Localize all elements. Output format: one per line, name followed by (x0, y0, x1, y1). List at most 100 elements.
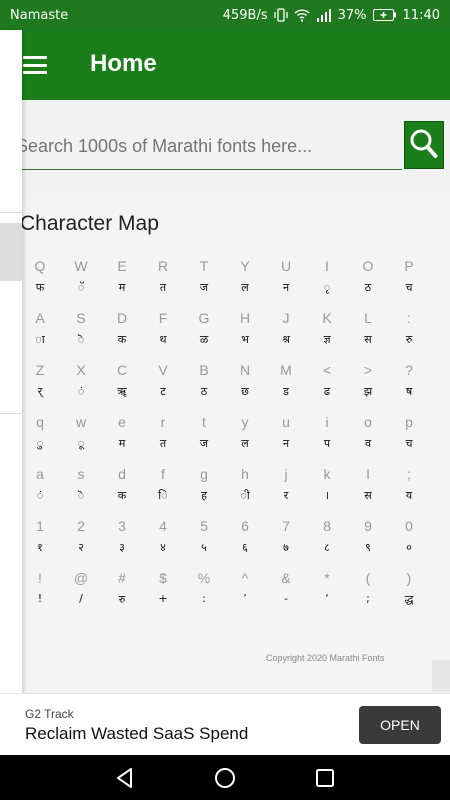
charmap-cell: fि (143, 466, 183, 503)
charmap-key: ( (365, 570, 371, 586)
character-map-grid: Q फ Wॅ E म R त T ज Y ल U न Iृ O ठ P च Aा Sॆ D क F थ G ळ H भ J श्र K ज्ञ… (22, 258, 432, 622)
charmap-glyph: - (284, 592, 288, 605)
charmap-key: # (118, 570, 126, 586)
home-circle-icon[interactable] (212, 765, 238, 791)
charmap-cell: Uन (266, 258, 306, 295)
charmap-row: Aा Sॆ D क F थ G ळ H भ J श्र K ज्ञ L स: रु (22, 310, 432, 362)
charmap-cell: k । (307, 466, 347, 503)
charmap-cell: Cॠ (102, 362, 142, 399)
charmap-glyph: व (364, 437, 372, 450)
search-button[interactable] (404, 121, 444, 169)
charmap-glyph: ६ (242, 541, 248, 554)
charmap-glyph: ॅ (77, 281, 85, 294)
charmap-cell: tज (184, 414, 224, 451)
charmap-glyph: फ (35, 281, 45, 294)
vibrate-icon (273, 8, 288, 22)
character-map-title: Character Map (20, 212, 159, 235)
charmap-glyph: ं (36, 489, 44, 502)
charmap-cell: 2२ (61, 518, 101, 555)
charmap-cell: ^’ (225, 570, 265, 605)
charmap-cell: gह (184, 466, 224, 503)
charmap-cell: 1१ (20, 518, 60, 555)
charmap-key: G (198, 310, 210, 326)
charmap-cell: Aा (20, 310, 60, 347)
hamburger-icon[interactable] (23, 56, 47, 74)
charmap-key: k (323, 466, 331, 482)
charmap-cell: Rत (143, 258, 183, 295)
charmap-glyph: ४ (160, 541, 166, 554)
signal-icon (316, 8, 331, 22)
charmap-cell: Hभ (225, 310, 265, 347)
charmap-glyph: ळ (199, 333, 209, 346)
status-bar: Namaste 459B/s 37% 11:40 (0, 0, 450, 30)
back-triangle-icon[interactable] (112, 765, 138, 791)
charmap-cell: Mड (266, 362, 306, 399)
charmap-row: aं sॆ d क fि g ह hी j र k । l स; य (22, 466, 432, 518)
charmap-cell: $ + (143, 570, 183, 605)
charmap-cell: yल (225, 414, 265, 451)
charmap-cell: Tज (184, 258, 224, 295)
charmap-glyph: ’ (243, 592, 247, 605)
charmap-glyph: ० (406, 541, 412, 554)
ad-banner[interactable]: G2 Track Reclaim Wasted SaaS Spend OPEN (0, 693, 450, 756)
charmap-cell: 0० (389, 518, 429, 555)
charmap-glyph: य (405, 489, 413, 502)
charmap-key: 0 (405, 518, 413, 534)
charmap-cell: pच (389, 414, 429, 451)
copyright-text: Copyright 2020 Marathi Fonts (266, 653, 385, 663)
charmap-key: L (364, 310, 372, 326)
charmap-key: ; (407, 466, 411, 482)
charmap-row: Z र् Xं C ॠ V ट B ठ N छ M ड < ढ > झ? ष (22, 362, 432, 414)
charmap-key: Y (240, 258, 250, 274)
charmap-glyph: ं (77, 385, 85, 398)
charmap-key: > (363, 362, 373, 378)
drawer-divider (0, 413, 22, 414)
status-right: 459B/s 37% 11:40 (223, 8, 440, 23)
network-speed: 459B/s (222, 7, 268, 23)
wifi-icon (294, 8, 310, 22)
charmap-key: @ (73, 570, 89, 586)
charmap-key: E (117, 258, 127, 274)
charmap-glyph: क (117, 333, 127, 346)
charmap-glyph: ‘ (325, 592, 329, 605)
charmap-cell: hी (225, 466, 265, 503)
search-input[interactable] (14, 123, 402, 170)
charmap-cell: %: (184, 570, 224, 605)
drawer-selected-item[interactable] (0, 223, 22, 281)
charmap-glyph: च (405, 437, 413, 450)
charmap-glyph: त (159, 281, 167, 294)
charmap-key: K (322, 310, 332, 326)
charmap-glyph: ी (240, 489, 250, 502)
drawer-divider (0, 212, 22, 213)
charmap-glyph: ठ (200, 385, 208, 398)
charmap-cell: 6६ (225, 518, 265, 555)
charmap-cell: uन (266, 414, 306, 451)
charmap-cell: oव (348, 414, 388, 451)
charmap-glyph: ॠ (117, 385, 127, 398)
charmap-key: C (116, 362, 128, 378)
navigation-drawer[interactable] (0, 30, 22, 755)
charmap-glyph: ल (241, 437, 249, 450)
character-map-card: Character Map Q फ Wॅ E म R त T ज Y ल U न Iृ O ठ P च Aा Sॆ D क… (20, 198, 450, 688)
recents-square-icon[interactable] (312, 765, 338, 791)
ad-open-button[interactable]: OPEN (359, 706, 441, 744)
charmap-cell: Eम (102, 258, 142, 295)
charmap-glyph: ट (160, 385, 166, 398)
charmap-cell: Z र् (20, 362, 60, 399)
charmap-cell: (; (348, 570, 388, 605)
charmap-glyph: भ (241, 333, 249, 346)
charmap-key: 3 (118, 518, 126, 534)
charmap-glyph: ज (199, 281, 209, 294)
charmap-cell: 3३ (102, 518, 142, 555)
charmap-key: : (407, 310, 411, 326)
charmap-glyph: ड (283, 385, 289, 398)
charmap-cell: ; य (389, 466, 429, 503)
charmap-cell: dक (102, 466, 142, 503)
charmap-cell: K ज्ञ (307, 310, 347, 347)
charmap-key: g (200, 466, 208, 482)
charmap-cell: Pच (389, 258, 429, 295)
charmap-glyph: ृ (323, 281, 331, 294)
charmap-row: qु wू e म r त t ज y ल u न i प o व p च (22, 414, 432, 466)
charmap-glyph: १ (37, 541, 43, 554)
charmap-key: j (284, 466, 288, 482)
